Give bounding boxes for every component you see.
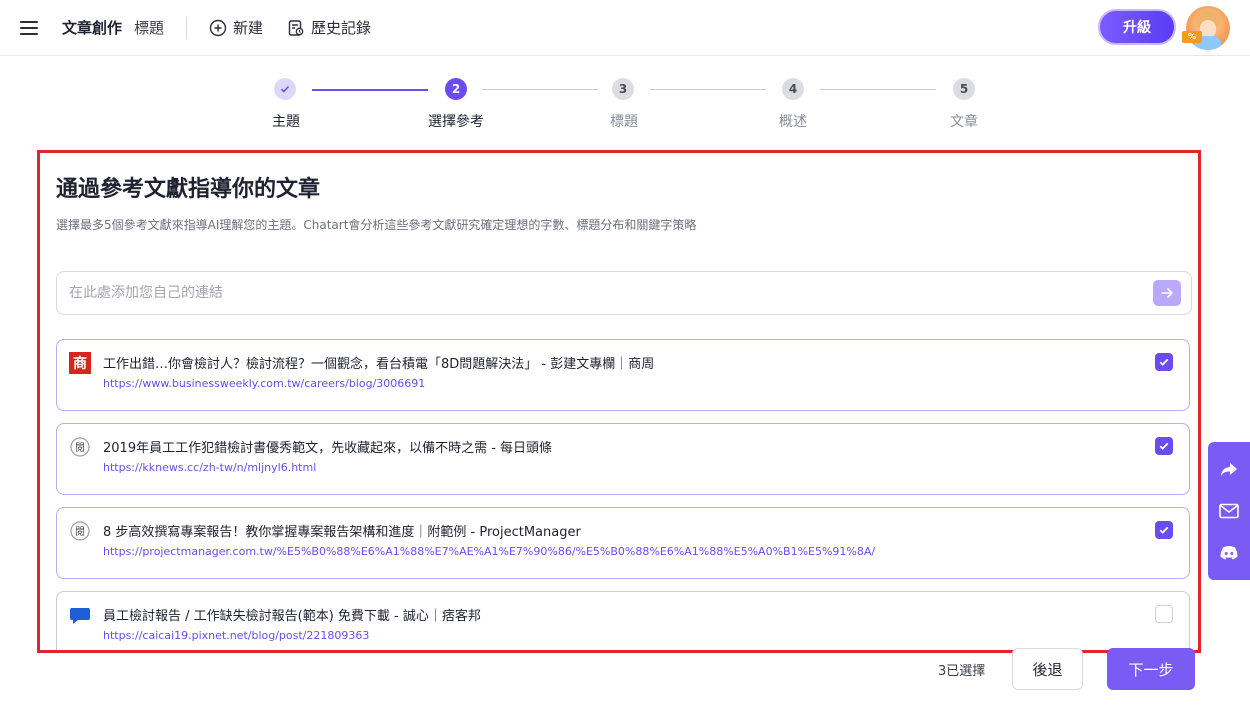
new-button[interactable]: 新建 [209,17,263,38]
step-4-label: 概述 [779,114,807,130]
step-5-label: 文章 [950,114,978,130]
custom-link-input[interactable] [69,285,1119,301]
step-2-label: 選擇參考 [428,114,484,130]
top-bar: 文章創作 標題 新建 歷史記錄 [0,0,1250,56]
mail-icon[interactable] [1215,497,1243,525]
step-connector [650,89,766,90]
page-description: 選擇最多5個參考文獻來指導AI理解您的主題。Chatart會分析這些參考文獻研究… [56,218,697,232]
reference-panel: 通過參考文獻指導你的文章 選擇最多5個參考文獻來指導AI理解您的主題。Chata… [37,150,1201,653]
history-label: 歷史記錄 [311,19,372,37]
reference-item[interactable]: 閱 8 步高效撰寫專案報告！教你掌握專案報告架構和進度｜附範例 - Projec… [56,507,1190,579]
reference-url[interactable]: https://kknews.cc/zh-tw/n/mljnyl6.html [103,461,316,474]
reference-checkbox[interactable] [1155,437,1173,455]
divider [186,16,188,39]
reference-url[interactable]: https://www.businessweekly.com.tw/career… [103,377,425,390]
next-button[interactable]: 下一步 [1107,648,1195,690]
reference-checkbox[interactable] [1155,353,1173,371]
avatar[interactable] [1186,6,1230,50]
discord-icon[interactable] [1215,539,1243,567]
check-icon [1159,358,1169,366]
step-2-indicator[interactable]: 2 [445,78,467,100]
check-icon [1159,526,1169,534]
check-icon [280,85,290,93]
link-input-container [56,271,1192,315]
step-4-indicator: 4 [782,78,804,100]
discount-badge: % [1182,31,1202,43]
reference-item[interactable]: 員工檢討報告 / 工作缺失檢討報告(範本) 免費下載 - 誠心｜痞客邦 http… [56,591,1190,650]
step-1-indicator[interactable] [274,78,296,100]
logo-text: 閱 [75,526,85,538]
share-icon[interactable] [1215,455,1243,483]
reference-title: 工作出錯…你會檢討人？檢討流程？一個觀念，看台積電「8D問題解決法」 - 彭建文… [103,357,655,372]
upgrade-button[interactable]: 升級 [1098,9,1176,45]
history-button[interactable]: 歷史記錄 [287,17,371,38]
new-label: 新建 [233,19,264,37]
selected-count: 3已選擇 [938,664,986,679]
step-3-indicator: 3 [612,78,634,100]
plus-circle-icon [209,19,227,37]
reference-title: 員工檢討報告 / 工作缺失檢討報告(範本) 免費下載 - 誠心｜痞客邦 [103,609,481,624]
reference-checkbox[interactable] [1155,521,1173,539]
step-3-label: 標題 [610,114,638,130]
reference-title: 2019年員工工作犯錯檢討書優秀範文，先收藏起來，以備不時之需 - 每日頭條 [103,441,553,456]
pixnet-logo-icon [69,604,91,626]
projectmanager-logo-icon: 閱 [69,520,91,542]
page-title: 通過參考文獻指導你的文章 [56,177,321,202]
logo-text: 閱 [75,442,85,454]
menu-icon[interactable] [20,20,38,35]
reference-item[interactable]: 閱 2019年員工工作犯錯檢討書優秀範文，先收藏起來，以備不時之需 - 每日頭條… [56,423,1190,495]
check-icon [1159,442,1169,450]
reference-title: 8 步高效撰寫專案報告！教你掌握專案報告架構和進度｜附範例 - ProjectM… [103,525,581,540]
step-connector [820,89,936,90]
reference-checkbox[interactable] [1155,605,1173,623]
kknews-logo-icon: 閱 [69,436,91,458]
history-icon [287,19,305,37]
back-button[interactable]: 後退 [1012,648,1083,690]
businessweekly-logo-icon: 商 [69,352,91,374]
floating-action-bar [1208,442,1250,580]
breadcrumb[interactable]: 標題 [134,17,164,38]
arrow-right-icon [1161,287,1174,299]
reference-item[interactable]: 商 工作出錯…你會檢討人？檢討流程？一個觀念，看台積電「8D問題解決法」 - 彭… [56,339,1190,411]
reference-url[interactable]: https://projectmanager.com.tw/%E5%B0%88%… [103,545,875,558]
step-connector [482,89,598,90]
step-5-indicator: 5 [953,78,975,100]
reference-url[interactable]: https://caicai19.pixnet.net/blog/post/22… [103,629,369,642]
logo-text: 商 [73,355,87,372]
step-1-label: 主題 [272,114,300,130]
step-connector [312,89,428,91]
add-link-button[interactable] [1153,280,1181,306]
app-title: 文章創作 [62,19,123,37]
